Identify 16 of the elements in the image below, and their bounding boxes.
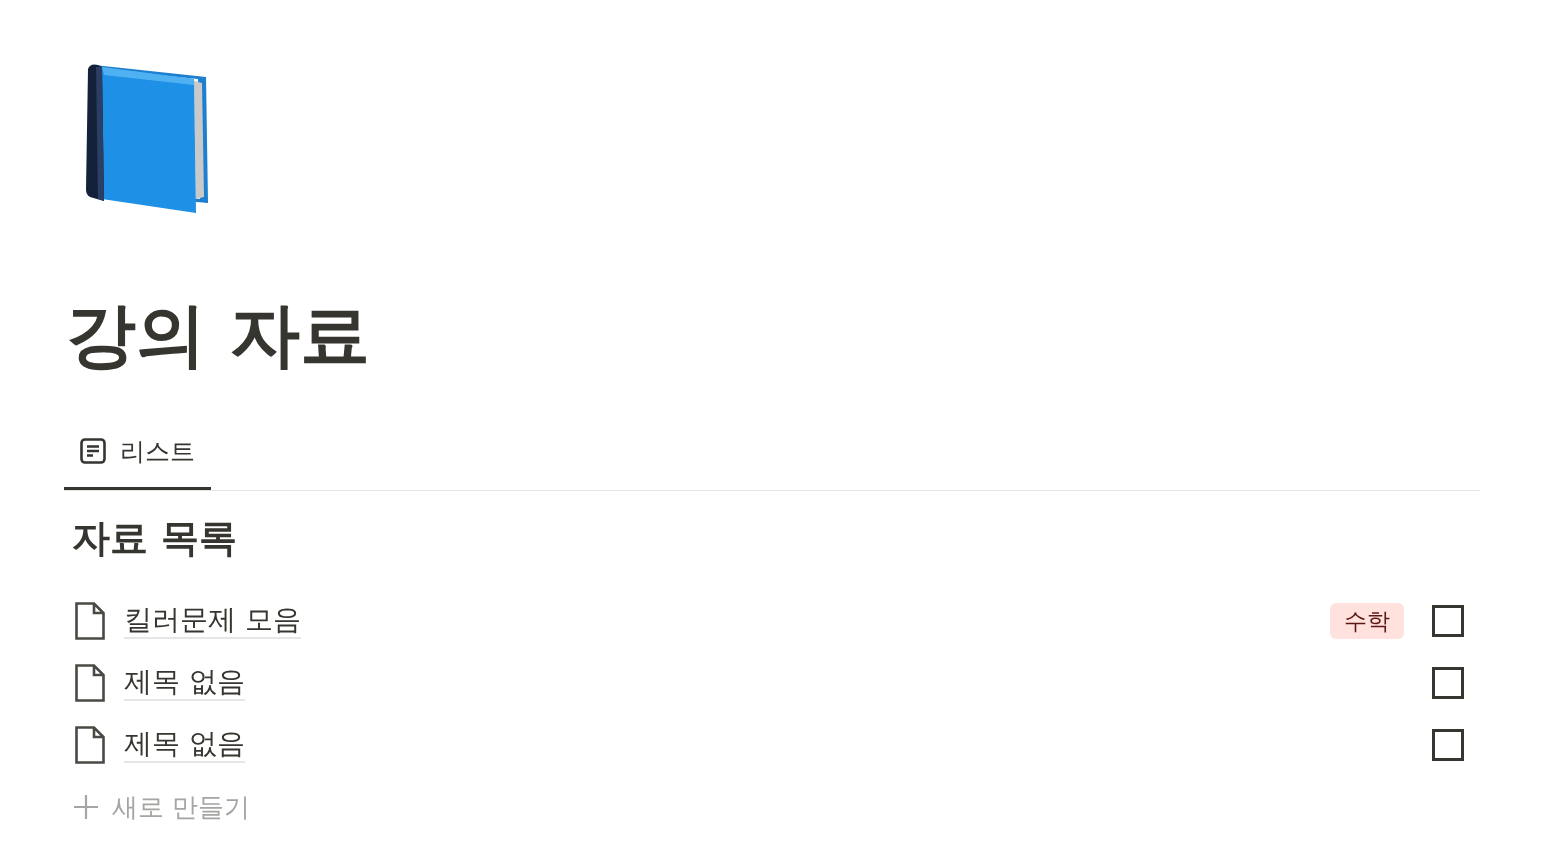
page-link[interactable]: 제목 없음 [124,727,245,763]
section-title: 자료 목록 [72,515,239,562]
checkbox[interactable] [1432,667,1464,699]
file-icon [75,726,105,764]
plus-icon [74,795,98,819]
tag: 수학 [1330,603,1404,639]
file-icon [75,664,105,702]
book-icon [86,63,210,215]
checkbox[interactable] [1432,605,1464,637]
page-link[interactable]: 킬러문제 모음 [124,603,301,639]
checkbox[interactable] [1432,729,1464,761]
page-title: 강의 자료 [66,293,372,377]
file-icon [75,602,105,640]
page-link[interactable]: 제목 없음 [124,665,245,701]
view-tab[interactable]: 리스트 [64,419,211,490]
list-icon [80,438,106,464]
